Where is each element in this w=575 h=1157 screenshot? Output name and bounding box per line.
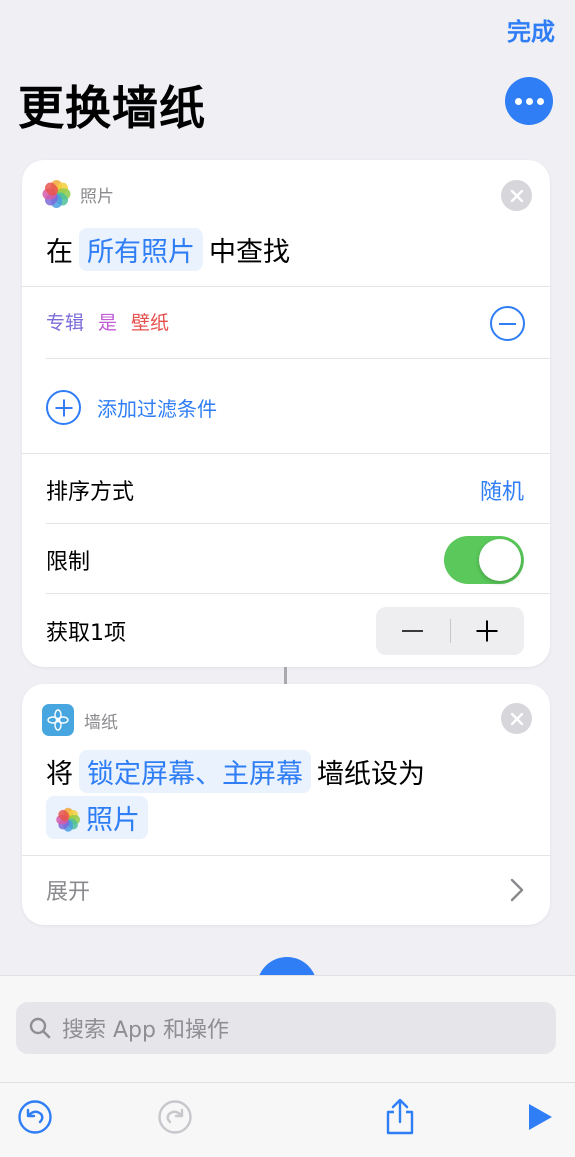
- minus-icon: [499, 322, 516, 325]
- filter-operator[interactable]: 是: [98, 308, 117, 335]
- expand-row[interactable]: 展开: [46, 874, 524, 906]
- divider: [46, 593, 550, 594]
- count-stepper[interactable]: [376, 607, 524, 655]
- close-icon: [510, 712, 523, 725]
- search-placeholder: 搜索 App 和操作: [62, 1018, 229, 1043]
- divider: [22, 453, 550, 454]
- remove-action-button[interactable]: [501, 180, 532, 211]
- minus-icon: [402, 630, 424, 632]
- screen-selection-token[interactable]: 锁定屏幕、主屏幕: [79, 750, 311, 793]
- decrement-button[interactable]: [376, 607, 450, 655]
- action-prefix: 在: [46, 237, 73, 268]
- action-suffix: 墙纸设为: [317, 759, 425, 790]
- share-button[interactable]: [381, 1098, 419, 1136]
- search-input[interactable]: 搜索 App 和操作: [16, 1002, 556, 1054]
- photo-source-token[interactable]: 所有照片: [79, 228, 203, 271]
- photos-app-icon: [42, 180, 70, 208]
- more-options-button[interactable]: [505, 77, 553, 125]
- ellipsis-icon: [514, 97, 522, 105]
- play-icon: [529, 1104, 552, 1130]
- increment-button[interactable]: [451, 607, 525, 655]
- sort-value[interactable]: 随机: [480, 474, 524, 506]
- done-button[interactable]: 完成: [507, 12, 555, 47]
- divider: [46, 358, 550, 359]
- wallpaper-app-icon: [42, 704, 74, 736]
- page-title: 更换墙纸: [18, 81, 206, 135]
- get-count-label: 获取1项: [46, 621, 126, 646]
- divider: [22, 855, 550, 856]
- action-sentence: 在 所有照片 中查找: [46, 228, 290, 271]
- action-prefix: 将: [46, 759, 73, 790]
- chevron-right-icon: [510, 878, 524, 902]
- photo-token-label: 照片: [86, 805, 140, 836]
- action-header: 照片: [42, 180, 114, 208]
- divider: [22, 286, 550, 287]
- close-icon: [510, 189, 523, 202]
- action-search-sheet: 搜索 App 和操作: [0, 975, 575, 1157]
- set-wallpaper-action-card: 墙纸 将 锁定屏幕、主屏幕 墙纸设为 照片 展开: [22, 684, 550, 925]
- run-button[interactable]: [521, 1098, 559, 1136]
- divider: [46, 523, 550, 524]
- sort-row[interactable]: 排序方式 随机: [46, 474, 524, 506]
- photo-variable-token[interactable]: 照片: [46, 796, 148, 839]
- undo-icon: [18, 1100, 52, 1134]
- filter-condition[interactable]: 专辑 是 壁纸: [46, 308, 169, 335]
- remove-filter-button[interactable]: [490, 306, 525, 341]
- action-app-label: 照片: [80, 186, 114, 207]
- add-filter-button[interactable]: 添加过滤条件: [46, 390, 217, 425]
- search-icon: [29, 1017, 51, 1039]
- filter-field[interactable]: 专辑: [46, 308, 84, 335]
- action-sentence: 将 锁定屏幕、主屏幕 墙纸设为: [46, 750, 425, 793]
- find-photos-action-card: 照片 在 所有照片 中查找 专辑 是 壁纸 添加过滤条件 排序方式 随机 限制 …: [22, 160, 550, 667]
- action-app-label: 墙纸: [84, 712, 118, 733]
- expand-label: 展开: [46, 880, 91, 905]
- action-sentence-line2: 照片: [46, 796, 154, 839]
- share-icon: [386, 1098, 414, 1135]
- photos-app-icon: [55, 807, 80, 832]
- limit-row: 限制: [46, 536, 524, 584]
- filter-value[interactable]: 壁纸: [131, 308, 169, 335]
- redo-icon: [158, 1100, 192, 1134]
- action-header: 墙纸: [42, 704, 118, 736]
- divider: [0, 1082, 575, 1083]
- limit-toggle[interactable]: [444, 536, 524, 584]
- action-suffix: 中查找: [209, 237, 290, 268]
- plus-icon: [477, 621, 498, 642]
- sort-label: 排序方式: [46, 480, 135, 505]
- undo-button[interactable]: [16, 1098, 54, 1136]
- action-connector: [284, 667, 287, 684]
- get-count-row: 获取1项: [46, 607, 524, 655]
- limit-label: 限制: [46, 550, 91, 575]
- redo-button[interactable]: [156, 1098, 194, 1136]
- remove-action-button[interactable]: [501, 703, 532, 734]
- add-filter-label: 添加过滤条件: [97, 397, 217, 421]
- plus-circle-icon: [46, 390, 81, 425]
